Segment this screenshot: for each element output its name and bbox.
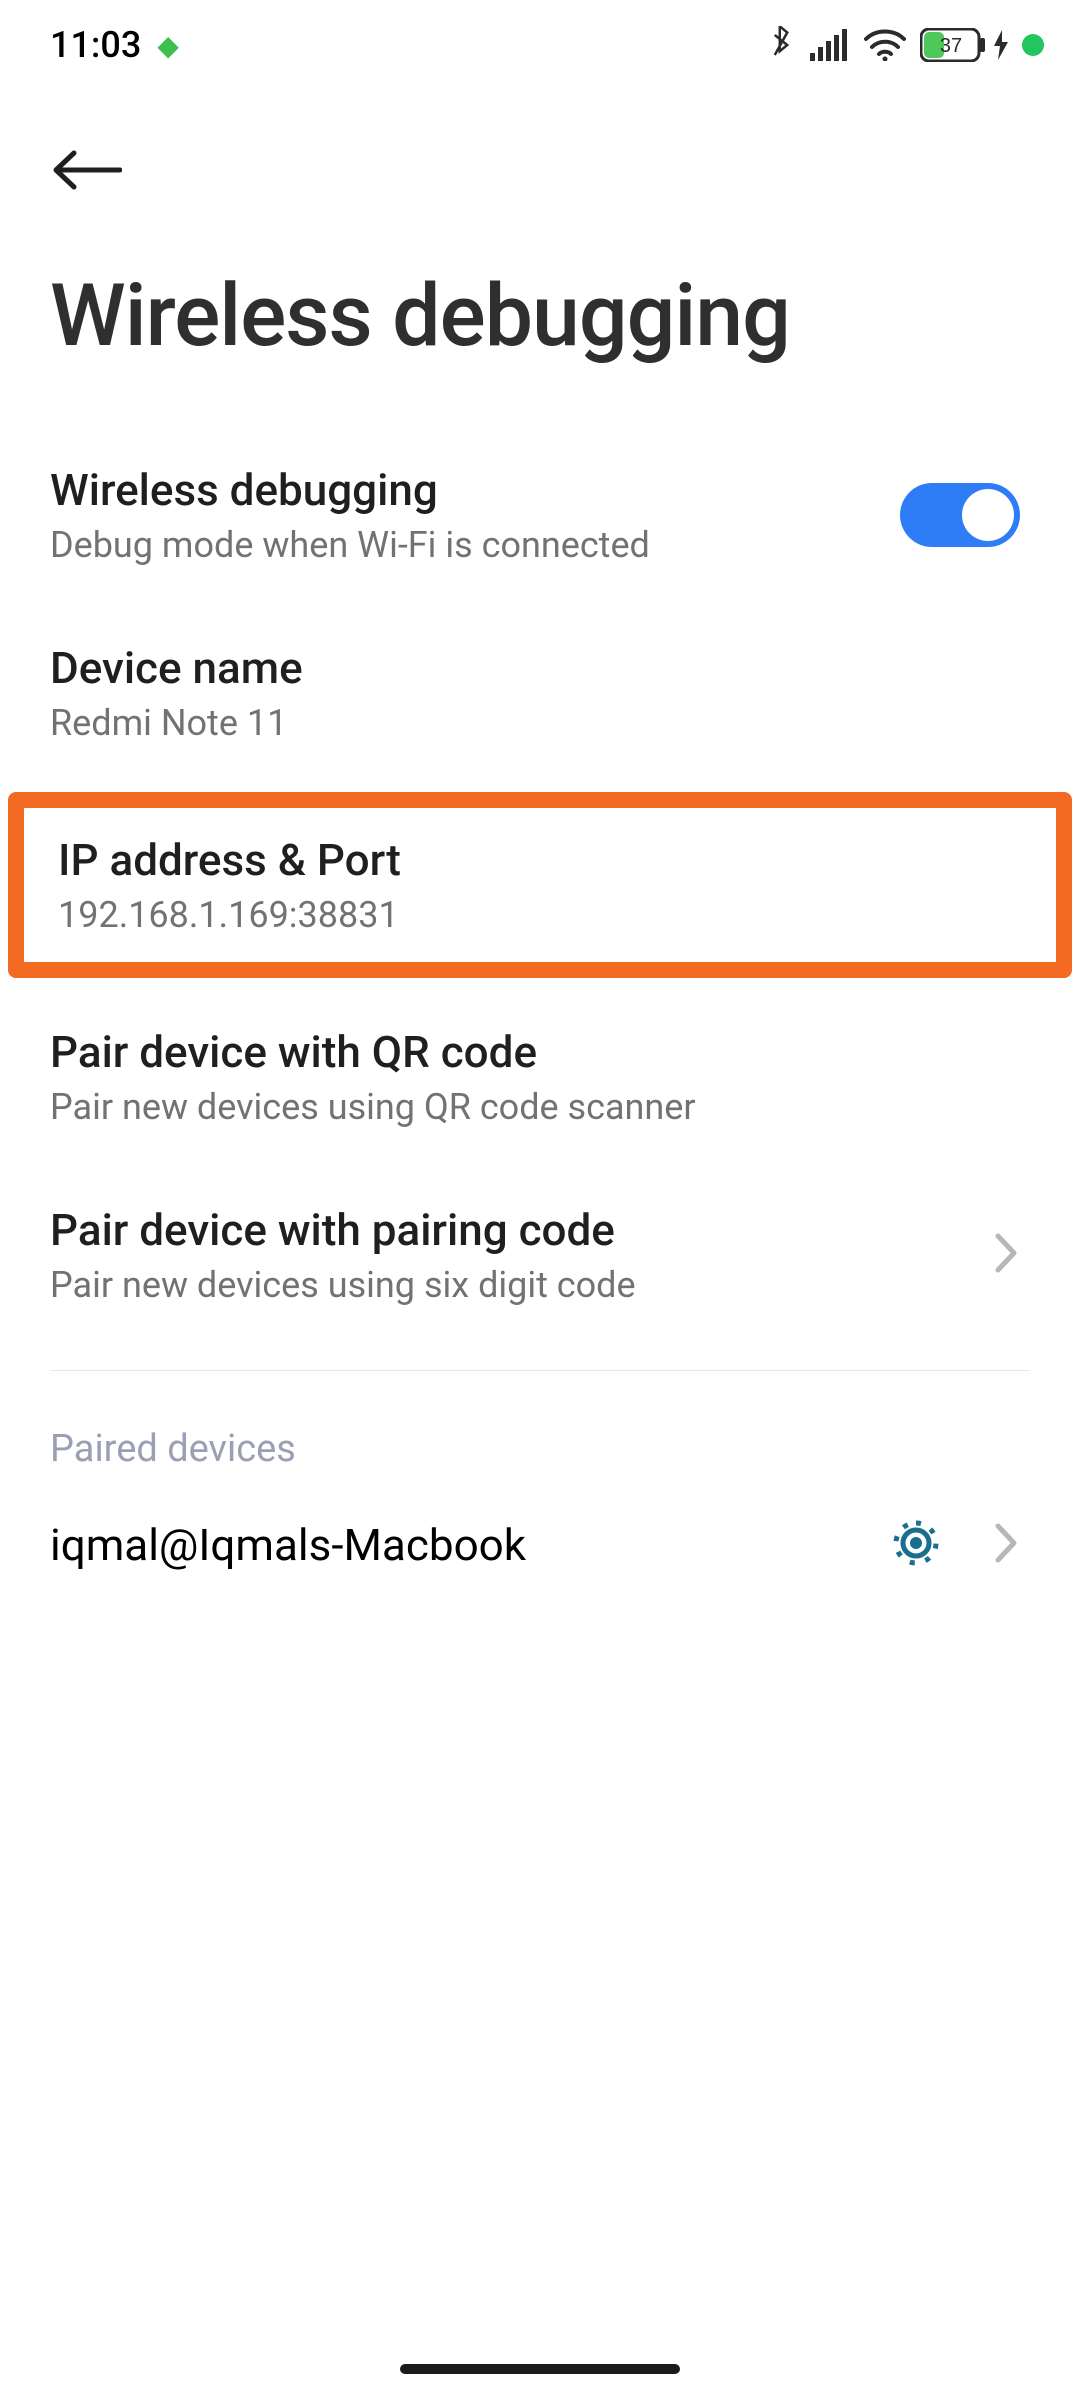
device-name-row[interactable]: Device name Redmi Note 11: [0, 604, 1080, 782]
row-title: Device name: [50, 642, 303, 694]
chevron-right-icon: [994, 1232, 1020, 1278]
row-subtitle: Pair new devices using six digit code: [50, 1264, 636, 1306]
row-value: Redmi Note 11: [50, 702, 303, 744]
bluetooth-icon: [766, 26, 796, 64]
row-title: Wireless debugging: [50, 464, 650, 516]
page-title: Wireless debugging: [0, 210, 1080, 426]
chevron-right-icon: [994, 1522, 1020, 1568]
svg-text:37: 37: [940, 35, 962, 57]
row-subtitle: Debug mode when Wi-Fi is connected: [50, 524, 650, 566]
paired-device-name: iqmal@Iqmals-Macbook: [50, 1519, 526, 1571]
pair-code-row[interactable]: Pair device with pairing code Pair new d…: [0, 1166, 1080, 1344]
status-activity-icon: ◆: [157, 29, 179, 62]
status-bar: 11:03 ◆: [0, 0, 1080, 90]
signal-icon: [810, 29, 850, 61]
gear-icon[interactable]: [892, 1519, 940, 1571]
wireless-debugging-toggle[interactable]: [900, 483, 1020, 547]
row-subtitle: Pair new devices using QR code scanner: [50, 1086, 696, 1128]
row-value: 192.168.1.169:38831: [58, 894, 401, 936]
row-title: IP address & Port: [58, 834, 401, 886]
wifi-icon: [864, 29, 906, 61]
privacy-indicator-icon: [1022, 34, 1044, 56]
status-bar-left: 11:03 ◆: [50, 24, 179, 66]
paired-device-row[interactable]: iqmal@Iqmals-Macbook: [0, 1499, 1080, 1591]
status-bar-right: 37: [766, 26, 1044, 64]
home-indicator[interactable]: [400, 2364, 680, 2374]
row-title: Pair device with pairing code: [50, 1204, 636, 1256]
pair-qr-row[interactable]: Pair device with QR code Pair new device…: [0, 988, 1080, 1166]
wireless-debugging-toggle-row[interactable]: Wireless debugging Debug mode when Wi-Fi…: [0, 426, 1080, 604]
battery-indicator: 37: [920, 28, 1044, 62]
back-button[interactable]: [50, 140, 130, 200]
status-time: 11:03: [50, 24, 141, 66]
ip-port-highlight: IP address & Port 192.168.1.169:38831: [8, 792, 1072, 978]
arrow-left-icon: [50, 149, 122, 191]
row-title: Pair device with QR code: [50, 1026, 696, 1078]
paired-devices-label: Paired devices: [0, 1397, 1080, 1499]
charging-icon: [992, 30, 1010, 60]
section-divider: [50, 1370, 1030, 1371]
ip-port-row[interactable]: IP address & Port 192.168.1.169:38831: [24, 808, 1056, 962]
